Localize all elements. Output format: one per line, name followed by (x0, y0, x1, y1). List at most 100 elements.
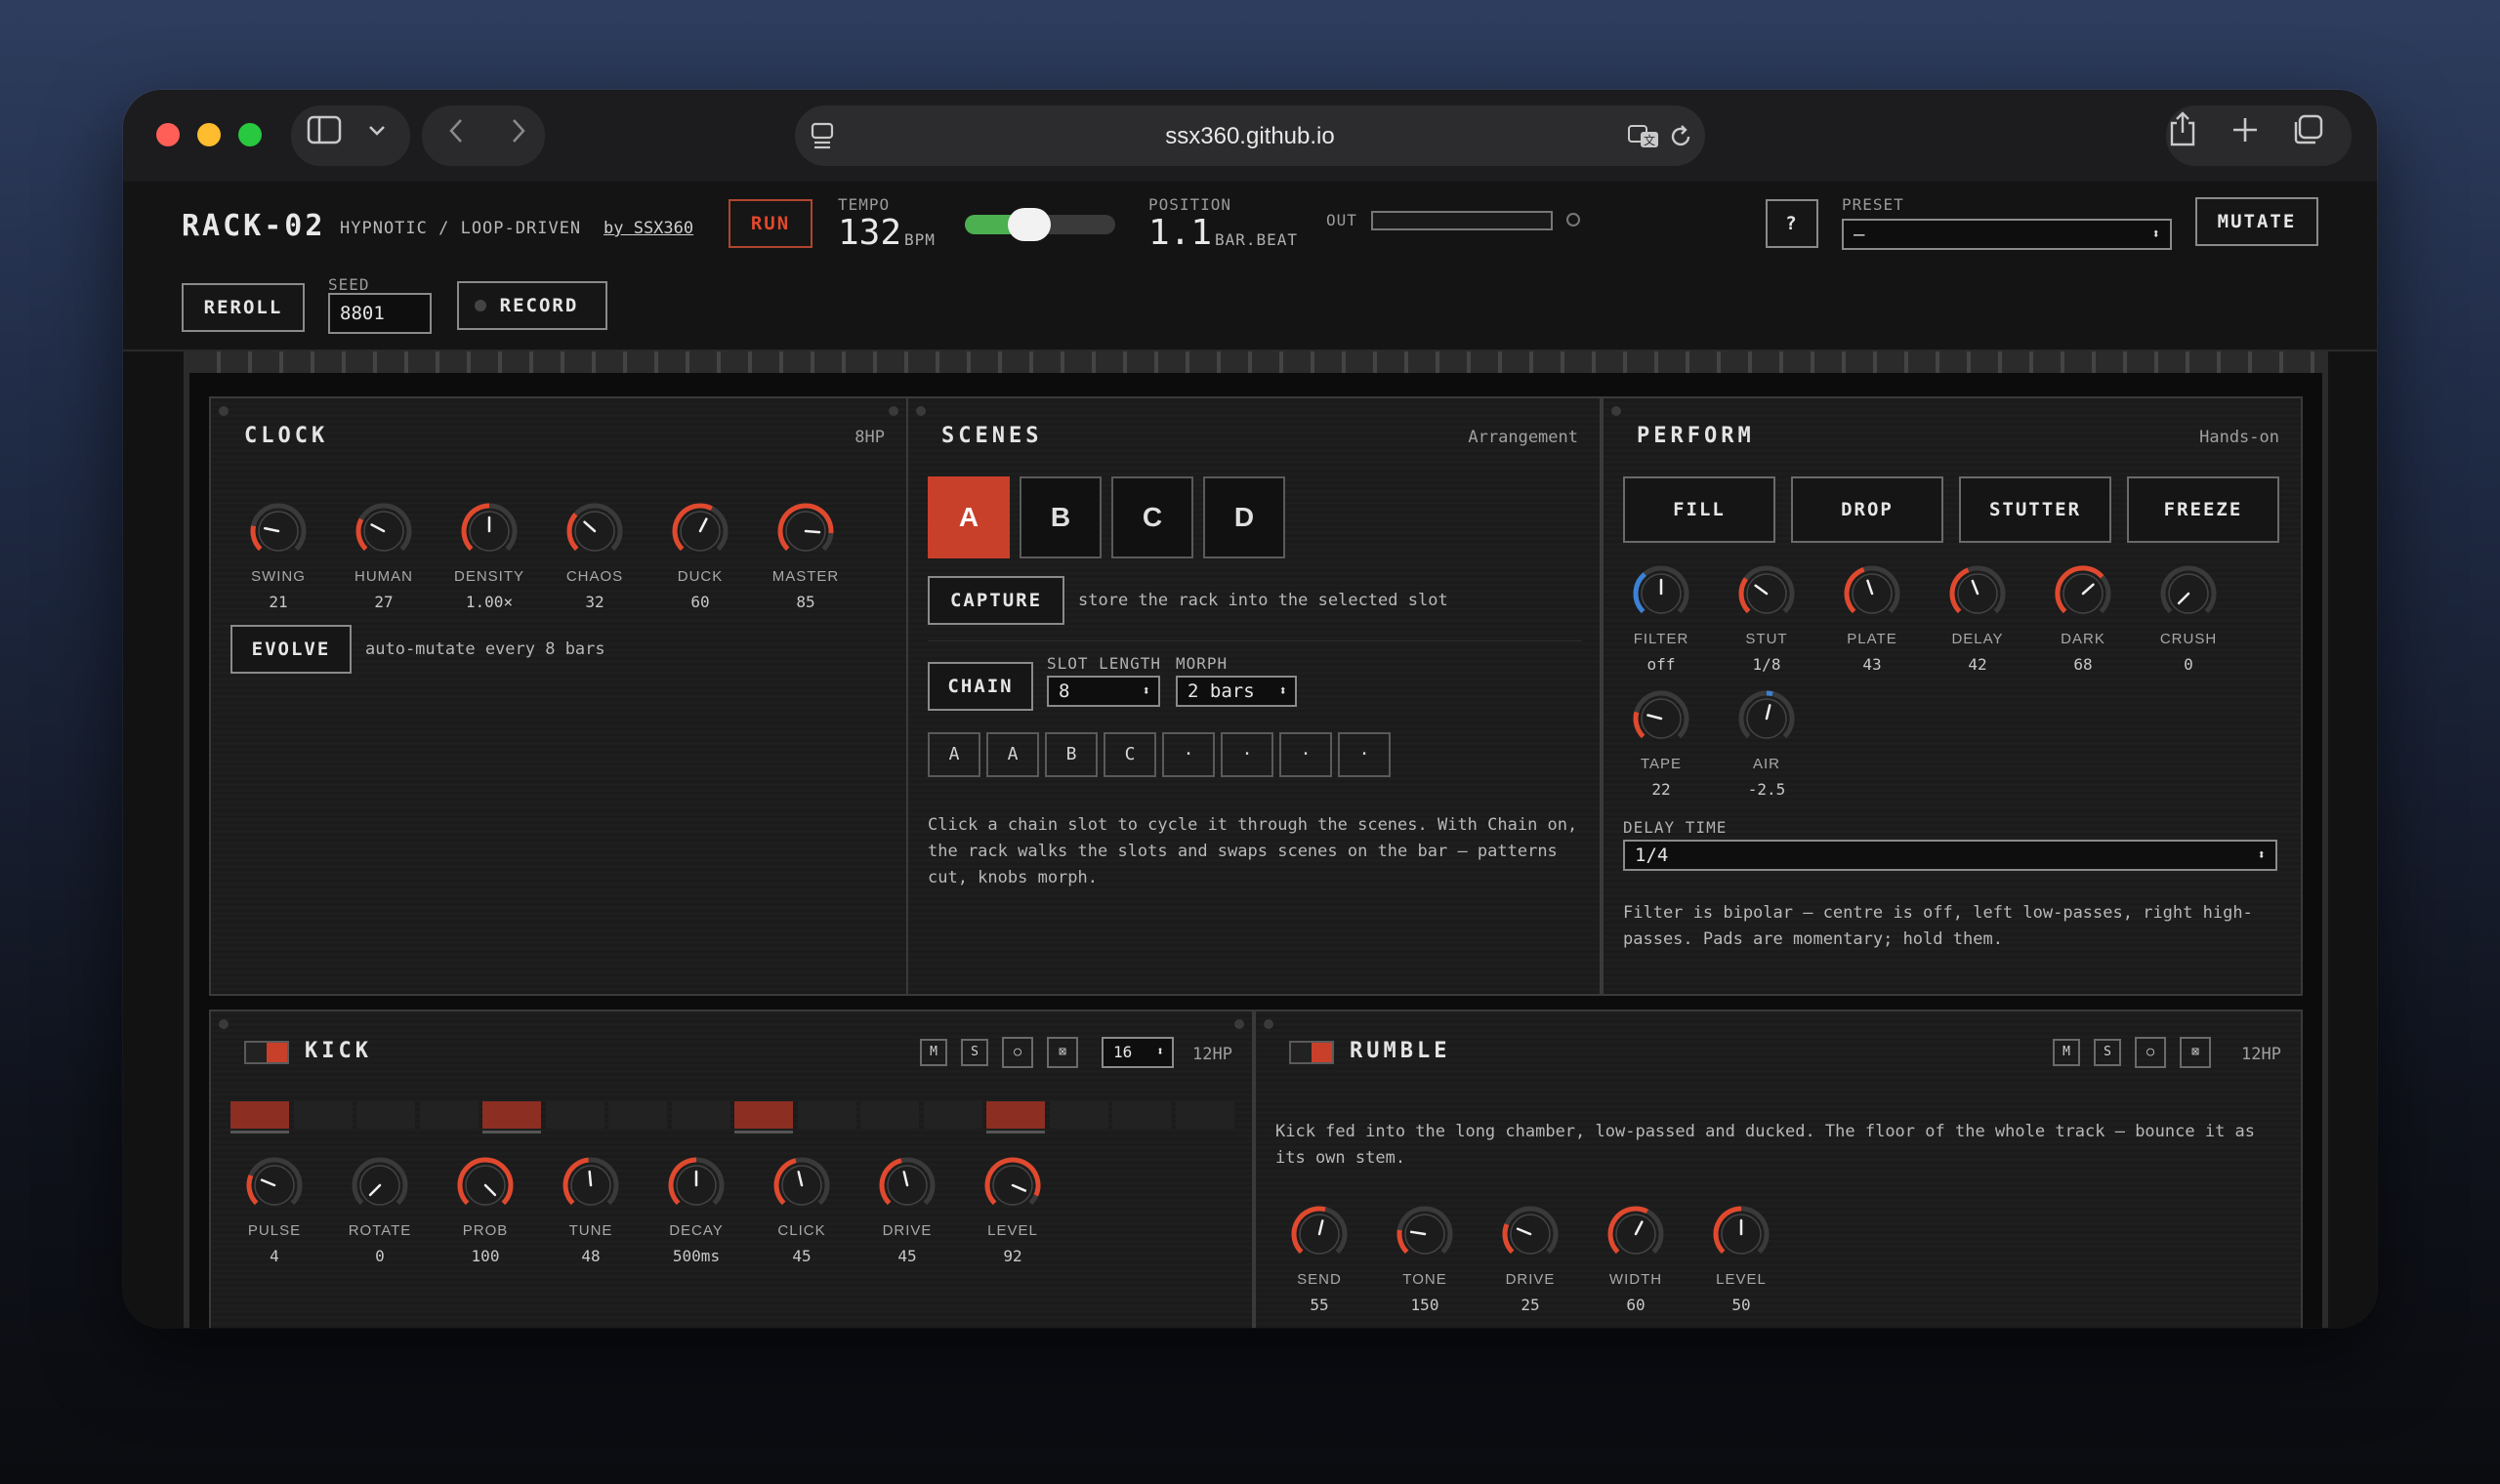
kick-step[interactable] (986, 1101, 1045, 1129)
kick-step[interactable] (356, 1101, 415, 1129)
drop-pad[interactable]: DROP (1791, 476, 1943, 543)
close-window-button[interactable] (156, 123, 180, 146)
chevron-down-icon[interactable] (357, 117, 396, 156)
back-arrow-icon[interactable] (438, 117, 477, 156)
translate-icon[interactable]: 文 (1627, 123, 1660, 155)
chain-slot[interactable]: B (1045, 732, 1098, 777)
kick-solo-button[interactable]: S (961, 1039, 988, 1066)
rumble-randomize-icon[interactable]: ⊠ (2180, 1037, 2211, 1068)
kick-click-knob[interactable]: CLICK 45 (748, 1156, 855, 1273)
minimize-window-button[interactable] (197, 123, 221, 146)
kick-rotate-knob[interactable]: ROTATE 0 (326, 1156, 434, 1273)
clock-chaos-knob[interactable]: CHAOS 32 (541, 502, 648, 619)
chain-slot[interactable]: · (1338, 732, 1391, 777)
scene-slot-a[interactable]: A (928, 476, 1010, 558)
forward-arrow-icon[interactable] (498, 117, 537, 156)
seed-input[interactable]: 8801 (328, 293, 432, 334)
kick-level-knob[interactable]: LEVEL 92 (959, 1156, 1066, 1273)
freeze-pad[interactable]: FREEZE (2127, 476, 2279, 543)
tempo-slider-thumb[interactable] (1008, 208, 1051, 241)
tab-overview-icon[interactable] (2291, 113, 2324, 153)
rumble-send-knob[interactable]: SEND 55 (1266, 1205, 1373, 1322)
chain-slot[interactable]: A (986, 732, 1039, 777)
kick-step[interactable] (545, 1101, 604, 1129)
clock-swing-knob[interactable]: SWING 21 (225, 502, 332, 619)
clock-human-knob[interactable]: HUMAN 27 (330, 502, 438, 619)
preset-select[interactable]: — ⬍ (1842, 219, 2172, 250)
kick-step[interactable] (230, 1101, 289, 1129)
new-tab-icon[interactable] (2230, 115, 2260, 151)
mutate-button[interactable]: MUTATE (2195, 197, 2318, 246)
kick-tune-knob[interactable]: TUNE 48 (537, 1156, 645, 1273)
stutter-pad[interactable]: STUTTER (1959, 476, 2111, 543)
kick-step[interactable] (734, 1101, 793, 1129)
perform-delay-knob[interactable]: DELAY 42 (1924, 564, 2031, 681)
perform-plate-knob[interactable]: PLATE 43 (1818, 564, 1926, 681)
address-bar[interactable]: ssx360.github.io 文 (795, 105, 1705, 166)
perform-filter-knob[interactable]: FILTER off (1607, 564, 1715, 681)
kick-step[interactable] (671, 1101, 730, 1129)
capture-button[interactable]: CAPTURE (928, 576, 1064, 625)
chain-slot[interactable]: C (1104, 732, 1156, 777)
zoom-window-button[interactable] (238, 123, 262, 146)
byline-link[interactable]: by SSX360 (604, 219, 693, 238)
share-icon[interactable] (2166, 109, 2199, 155)
rumble-tone-knob[interactable]: TONE 150 (1371, 1205, 1479, 1322)
kick-circle-icon[interactable]: ○ (1002, 1037, 1033, 1068)
chain-slot[interactable]: · (1221, 732, 1273, 777)
run-button[interactable]: RUN (729, 199, 812, 248)
position-value: 1.1 (1148, 213, 1213, 253)
rumble-circle-icon[interactable]: ○ (2135, 1037, 2166, 1068)
fill-pad[interactable]: FILL (1623, 476, 1775, 543)
rumble-level-knob[interactable]: LEVEL 50 (1688, 1205, 1795, 1322)
perform-tape-knob[interactable]: TAPE 22 (1607, 689, 1715, 806)
kick-step[interactable] (860, 1101, 919, 1129)
rumble-width-knob[interactable]: WIDTH 60 (1582, 1205, 1689, 1322)
kick-enable-toggle[interactable] (244, 1041, 289, 1064)
chain-slot[interactable]: · (1279, 732, 1332, 777)
kick-step[interactable] (1049, 1101, 1108, 1129)
kick-pulse-knob[interactable]: PULSE 4 (221, 1156, 328, 1273)
clock-density-knob[interactable]: DENSITY 1.00× (436, 502, 543, 619)
rumble-drive-knob[interactable]: DRIVE 25 (1477, 1205, 1584, 1322)
record-button[interactable]: RECORD (457, 281, 607, 330)
delay-time-select[interactable]: 1/4 ⬍ (1623, 840, 2277, 871)
kick-mute-button[interactable]: M (920, 1039, 947, 1066)
perform-dark-knob[interactable]: DARK 68 (2029, 564, 2137, 681)
perform-stut-knob[interactable]: STUT 1/8 (1713, 564, 1820, 681)
sidebar-icon[interactable] (305, 115, 344, 154)
kick-step[interactable] (1175, 1101, 1234, 1129)
chain-slot[interactable]: · (1162, 732, 1215, 777)
kick-step[interactable] (419, 1101, 479, 1129)
slot-length-select[interactable]: 8 ⬍ (1047, 676, 1160, 707)
scene-slot-d[interactable]: D (1203, 476, 1285, 558)
kick-prob-knob[interactable]: PROB 100 (432, 1156, 539, 1273)
scene-slot-c[interactable]: C (1111, 476, 1193, 558)
tempo-slider[interactable] (965, 208, 1115, 241)
kick-drive-knob[interactable]: DRIVE 45 (854, 1156, 961, 1273)
kick-step[interactable] (1112, 1101, 1171, 1129)
evolve-button[interactable]: EVOLVE (230, 625, 352, 674)
rumble-solo-button[interactable]: S (2094, 1039, 2121, 1066)
help-button[interactable]: ? (1766, 199, 1818, 248)
rumble-mute-button[interactable]: M (2053, 1039, 2080, 1066)
perform-air-knob[interactable]: AIR -2.5 (1713, 689, 1820, 806)
kick-step[interactable] (797, 1101, 856, 1129)
kick-randomize-icon[interactable]: ⊠ (1047, 1037, 1078, 1068)
kick-decay-knob[interactable]: DECAY 500ms (643, 1156, 750, 1273)
clock-duck-knob[interactable]: DUCK 60 (646, 502, 754, 619)
chain-button[interactable]: CHAIN (928, 662, 1033, 711)
kick-step[interactable] (923, 1101, 982, 1129)
reroll-button[interactable]: REROLL (182, 283, 305, 332)
kick-steps-select[interactable]: 16 ⬍ (1102, 1037, 1174, 1068)
rumble-enable-toggle[interactable] (1289, 1041, 1334, 1064)
reload-icon[interactable] (1668, 123, 1693, 155)
kick-step[interactable] (608, 1101, 667, 1129)
morph-select[interactable]: 2 bars ⬍ (1176, 676, 1297, 707)
perform-crush-knob[interactable]: CRUSH 0 (2135, 564, 2242, 681)
clock-master-knob[interactable]: MASTER 85 (752, 502, 859, 619)
scene-slot-b[interactable]: B (1020, 476, 1102, 558)
kick-step[interactable] (293, 1101, 353, 1129)
kick-step[interactable] (482, 1101, 541, 1129)
chain-slot[interactable]: A (928, 732, 980, 777)
